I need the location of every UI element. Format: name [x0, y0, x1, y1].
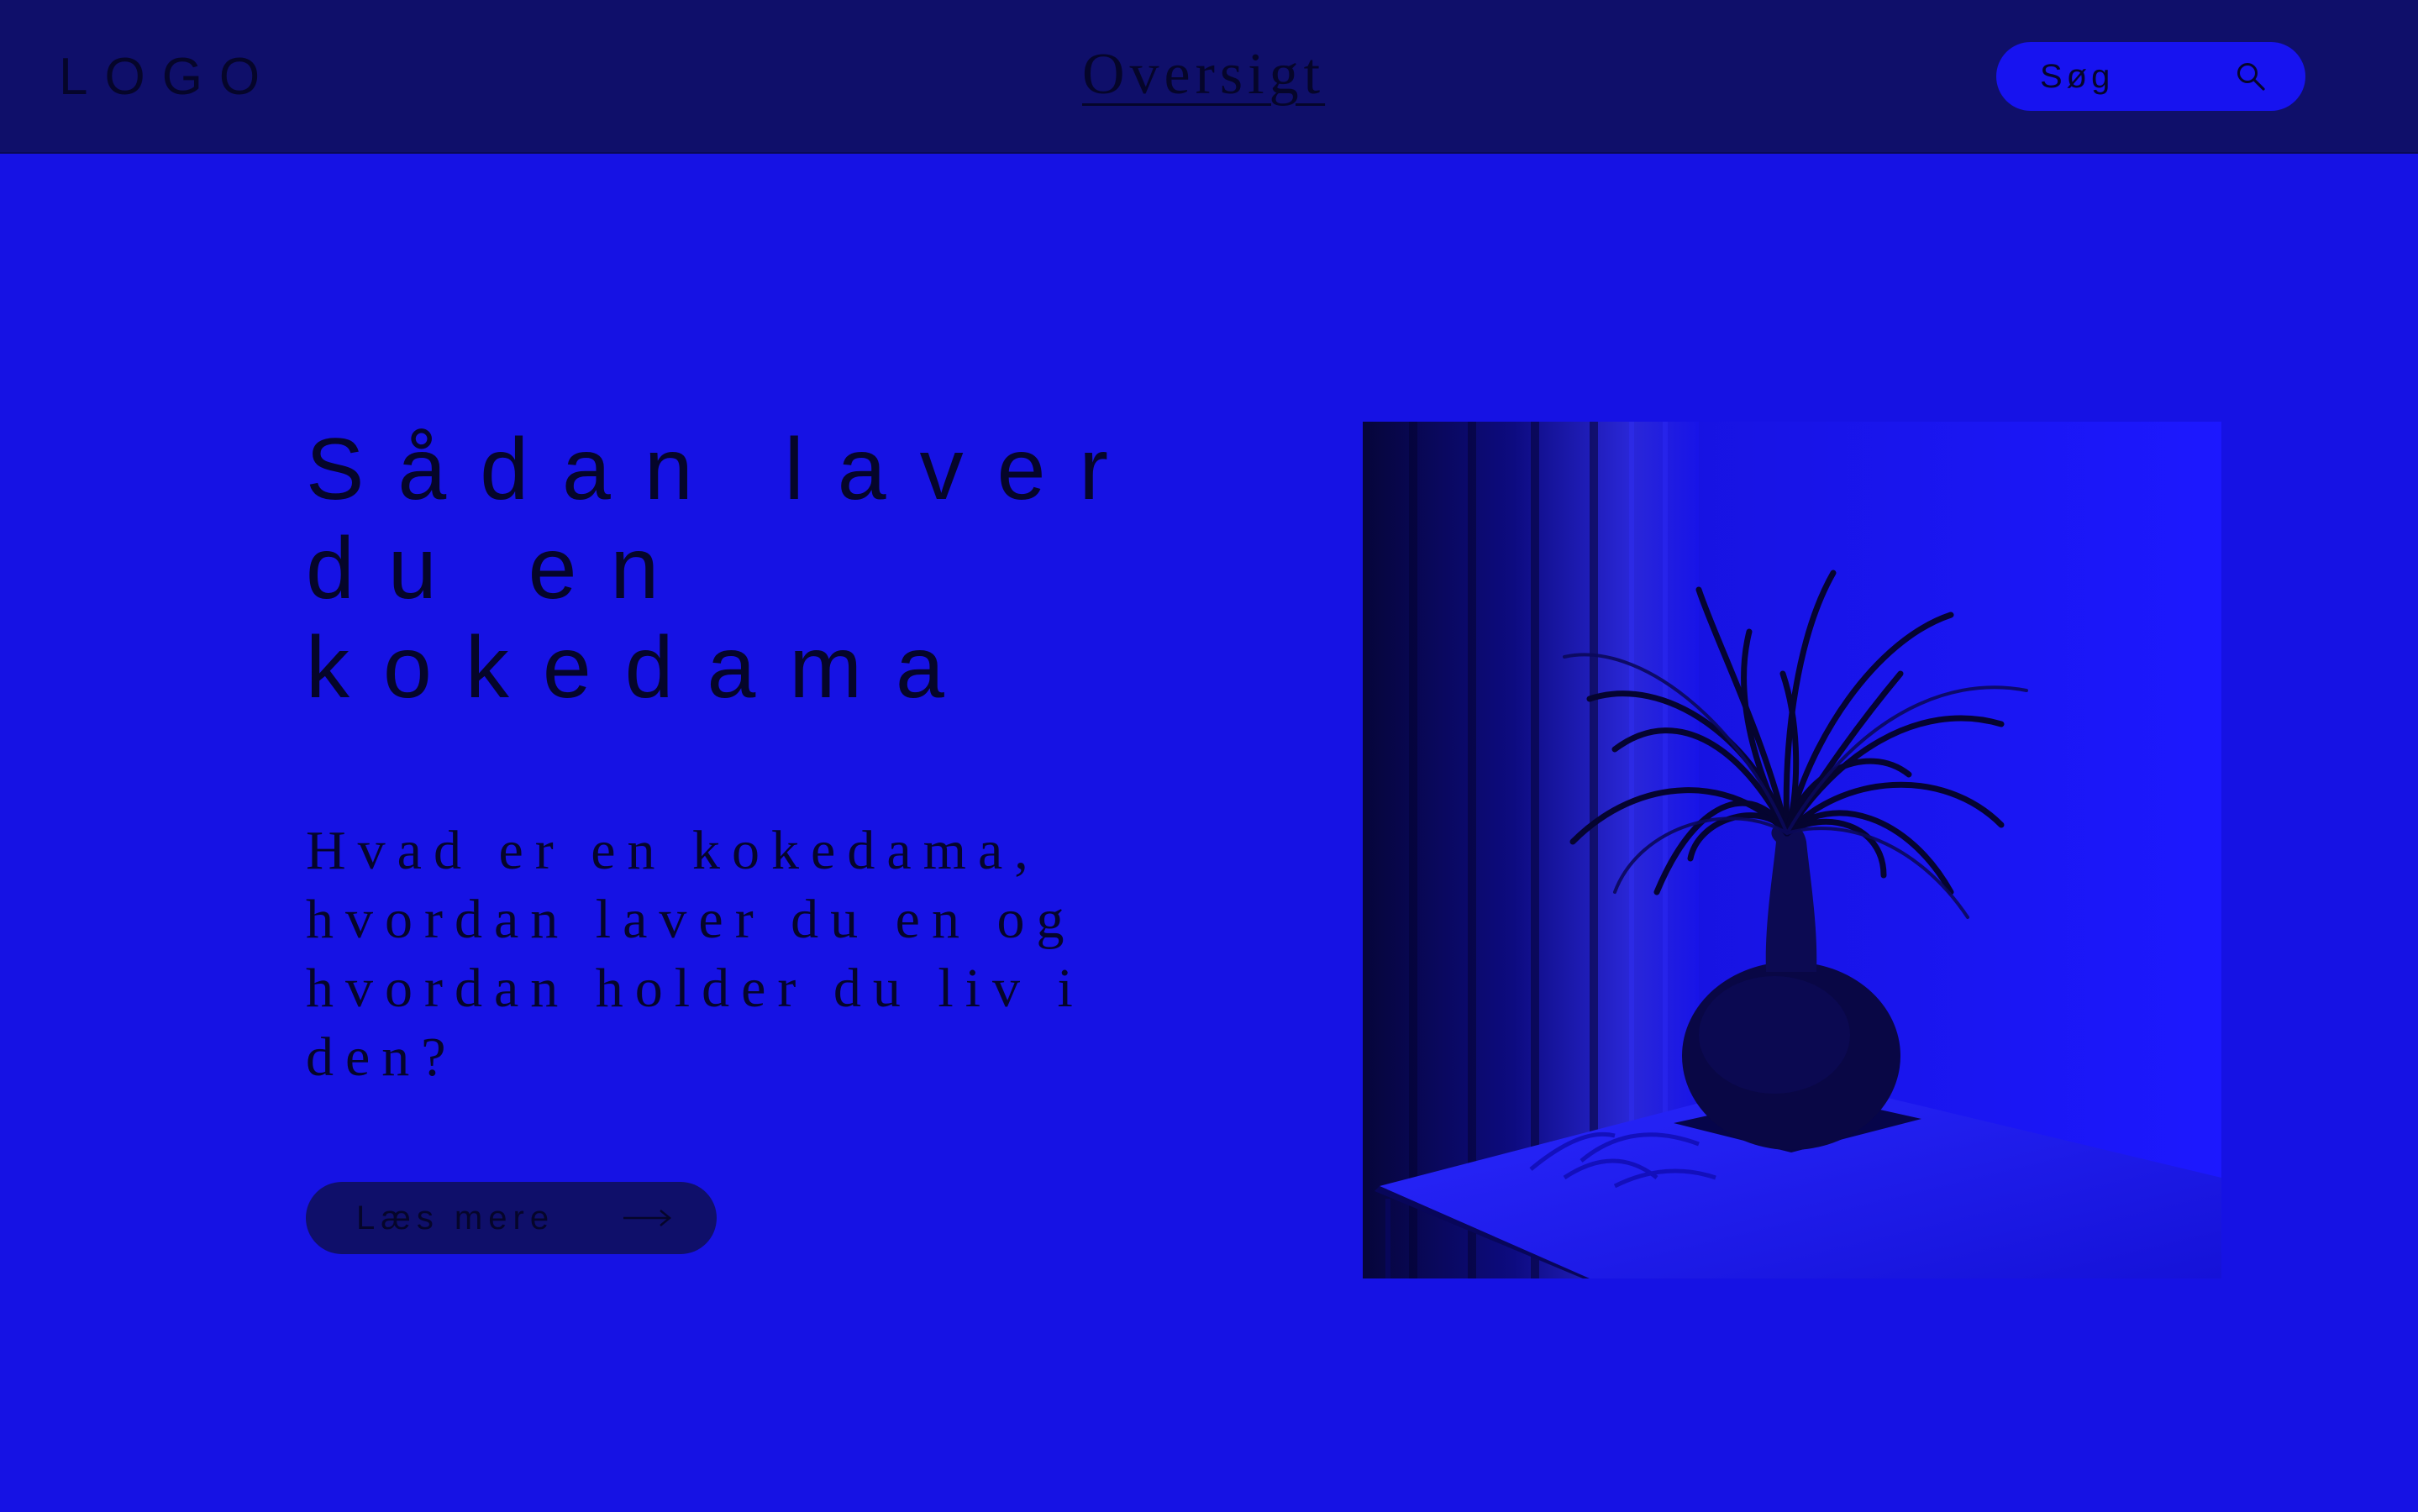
search-icon[interactable]	[2235, 60, 2267, 92]
nav-link-oversigt[interactable]: Oversigt	[1082, 37, 1325, 113]
hero-subtitle: Hvad er en kokedama, hvordan laver du en…	[306, 820, 1085, 1088]
kokedama-plant-illustration	[1363, 422, 2221, 1278]
hero-headline: Sådan laver du en kokedama	[306, 421, 1143, 717]
logo[interactable]: LOGO	[59, 44, 276, 111]
site-header: LOGO Oversigt	[0, 0, 2418, 154]
search-box[interactable]	[1996, 42, 2305, 111]
search-input[interactable]	[2040, 55, 2225, 97]
read-more-label: Læs mere	[356, 1200, 555, 1236]
arrow-right-icon	[623, 1210, 671, 1226]
read-more-button[interactable]: Læs mere	[306, 1182, 717, 1254]
hero-image	[1363, 422, 2221, 1278]
